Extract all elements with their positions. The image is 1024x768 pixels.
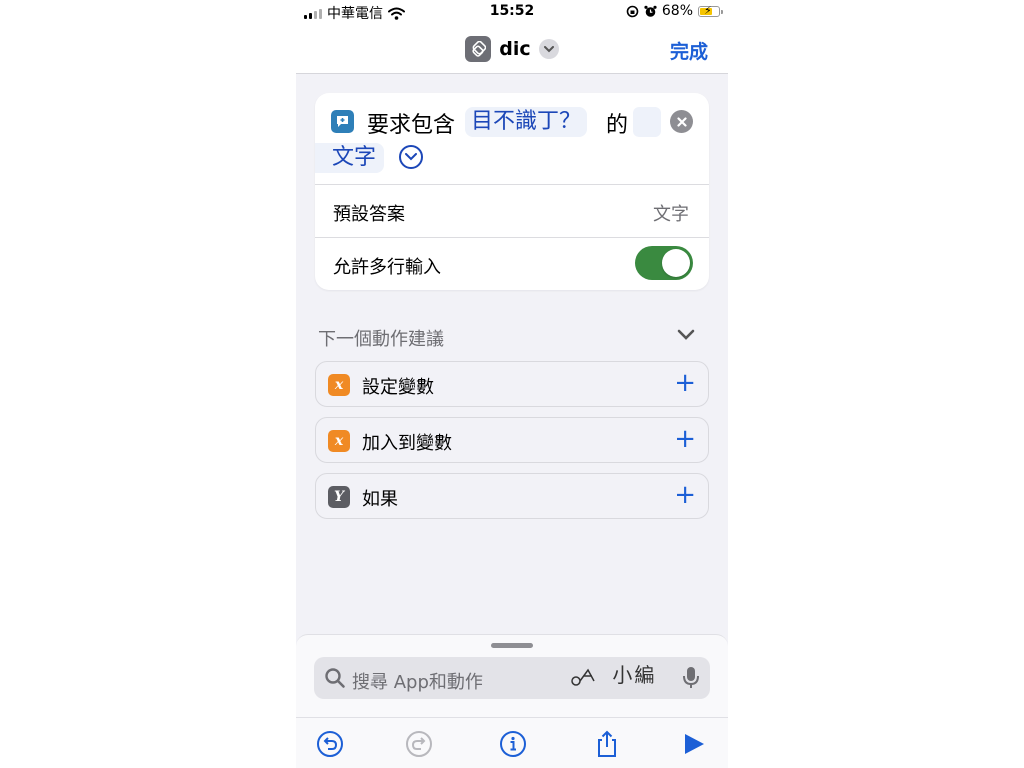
add-icon[interactable]: + (674, 370, 696, 396)
suggestions-title: 下一個動作建議 (318, 329, 444, 350)
default-answer-value[interactable]: 文字 (653, 200, 689, 226)
suggestion-label: 如果 (362, 489, 398, 510)
navigation-bar: dic 完成 (296, 24, 728, 74)
suggestion-add-to-variable[interactable]: x 加入到變數 + (315, 417, 709, 463)
redo-button[interactable] (405, 730, 433, 758)
suggestion-label: 加入到變數 (362, 433, 452, 454)
ask-for-input-icon (331, 110, 354, 133)
watermark-doodle-icon (571, 668, 595, 686)
done-button[interactable]: 完成 (670, 37, 708, 64)
variable-icon: x (328, 374, 350, 396)
suggestion-set-variable[interactable]: x 設定變數 + (315, 361, 709, 407)
expand-options-button[interactable] (399, 145, 423, 169)
search-input[interactable]: 搜尋 App和動作 (352, 668, 483, 694)
allow-multiline-row: 允許多行輸入 (315, 237, 709, 289)
branch-icon: Y (328, 486, 350, 508)
alarm-icon (644, 5, 657, 17)
watermark-text: 小編 (612, 663, 657, 687)
suggestion-label: 設定變數 (362, 377, 434, 398)
chevron-down-icon[interactable] (676, 328, 696, 342)
action-particle-text: 的 (606, 113, 629, 138)
action-search-sheet: 搜尋 App和動作 小編 (296, 634, 728, 768)
microphone-icon[interactable] (682, 666, 700, 690)
input-type-token[interactable]: 文字 (315, 143, 385, 173)
action-prefix-text: 要求包含 (367, 113, 456, 138)
add-icon[interactable]: + (674, 426, 696, 452)
bottom-toolbar (296, 717, 728, 768)
suggestion-if[interactable]: Y 如果 + (315, 473, 709, 519)
ask-for-input-action: 要求包含 目不識丁？ 的 文字 預設答案 文字 允許多行輸入 (315, 93, 709, 290)
watermark-signature: 小編 (570, 659, 656, 688)
battery-percent: 68% (661, 3, 693, 19)
status-bar: 中華電信 15:52 68% ⚡ (296, 0, 728, 24)
shortcut-title-menu[interactable]: dic (296, 36, 728, 62)
status-right: 68% ⚡ (626, 3, 723, 19)
run-button[interactable] (680, 730, 708, 758)
empty-token[interactable] (633, 107, 661, 137)
phone-screen: 中華電信 15:52 68% ⚡ dic 完成 要求包含 目不識丁？ 的 文字 … (296, 0, 728, 768)
shortcuts-app-icon (465, 36, 492, 62)
add-icon[interactable]: + (674, 482, 696, 508)
allow-multiline-toggle[interactable] (635, 246, 693, 280)
battery-icon: ⚡ (698, 4, 723, 17)
variable-icon: x (328, 430, 350, 452)
share-icon (598, 730, 616, 757)
toggle-knob (662, 249, 690, 277)
default-answer-row[interactable]: 預設答案 文字 (315, 184, 709, 236)
undo-button[interactable] (316, 730, 344, 758)
prompt-token[interactable]: 目不識丁？ (465, 107, 588, 137)
search-icon (325, 668, 345, 688)
remove-action-button[interactable] (670, 110, 693, 133)
search-bar[interactable]: 搜尋 App和動作 小編 (314, 657, 710, 699)
default-answer-label: 預設答案 (333, 204, 405, 225)
chevron-down-icon[interactable] (538, 39, 559, 59)
chevron-down-icon (405, 153, 417, 161)
info-icon (500, 731, 526, 757)
info-button[interactable] (499, 730, 527, 758)
redo-icon (406, 731, 432, 757)
shortcut-title[interactable]: dic (499, 38, 530, 60)
allow-multiline-label: 允許多行輸入 (333, 257, 441, 278)
undo-icon (317, 731, 343, 757)
play-icon (685, 734, 704, 754)
share-button[interactable] (593, 730, 621, 758)
orientation-lock-icon (626, 5, 639, 17)
sheet-grabber[interactable] (491, 643, 533, 648)
